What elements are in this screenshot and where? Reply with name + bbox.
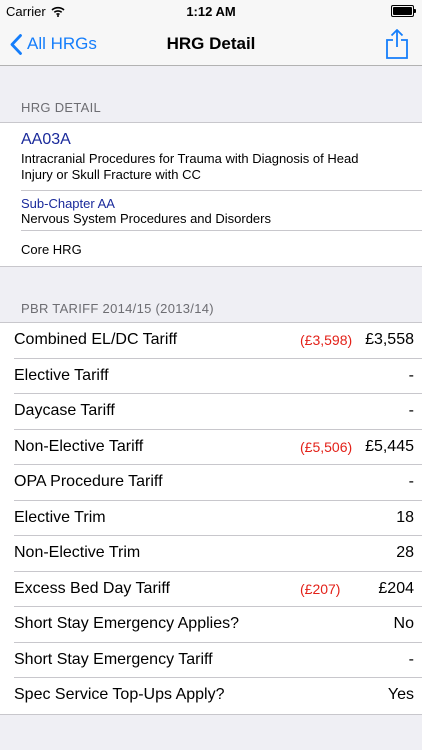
tariff-row: Combined EL/DC Tariff (£3,598) £3,558	[0, 323, 422, 359]
tariff-label: Combined EL/DC Tariff	[14, 331, 178, 348]
tariff-label: Short Stay Emergency Tariff	[14, 650, 213, 668]
tariff-value: £5,445	[365, 437, 414, 455]
hrg-description-line1: Intracranial Procedures for Trauma with …	[21, 151, 359, 166]
tariff-value: -	[408, 402, 414, 419]
tariff-row: Spec Service Top-Ups Apply? Yes	[0, 678, 422, 714]
hrg-detail-header: HRG DETAIL	[21, 100, 102, 115]
tariff-row: Elective Trim 18	[0, 501, 422, 536]
tariff-label: Spec Service Top-Ups Apply?	[14, 686, 225, 703]
tariff-row: Non-Elective Trim 28	[0, 536, 422, 572]
tariff-value: £3,558	[365, 331, 414, 348]
tariff-label: Non-Elective Tariff	[14, 437, 144, 455]
share-icon[interactable]	[384, 28, 410, 60]
hrg-code: AA03A	[21, 131, 71, 148]
tariff-row: Elective Tariff -	[0, 359, 422, 394]
tariff-row: Short Stay Emergency Tariff -	[0, 643, 422, 678]
tariff-value: -	[408, 366, 414, 384]
tariff-label: Elective Tariff	[14, 366, 109, 384]
tariff-label: Non-Elective Trim	[14, 544, 141, 561]
hrg-detail-group: AA03A Intracranial Procedures for Trauma…	[0, 122, 422, 267]
tariff-value: £204	[378, 579, 414, 597]
tariff-label: OPA Procedure Tariff	[14, 473, 163, 490]
tariff-label: Excess Bed Day Tariff	[14, 579, 170, 597]
hrg-type-row: Core HRG	[21, 231, 422, 267]
tariff-label: Daycase Tariff	[14, 402, 115, 419]
tariff-row: Daycase Tariff -	[0, 394, 422, 430]
previous-tariff: (£5,506)	[300, 438, 353, 455]
tariff-row: OPA Procedure Tariff -	[0, 465, 422, 501]
tariff-label: Short Stay Emergency Applies?	[14, 615, 240, 632]
tariff-value: No	[393, 615, 414, 632]
tariff-row: Short Stay Emergency Applies? No	[0, 607, 422, 643]
hrg-code-row: AA03A Intracranial Procedures for Trauma…	[21, 123, 422, 191]
hrg-type: Core HRG	[21, 242, 82, 257]
subchapter-title: Sub-Chapter AA	[21, 196, 115, 211]
page-title: HRG Detail	[166, 34, 256, 53]
tariff-value: -	[408, 473, 414, 490]
tariff-value: Yes	[387, 686, 414, 703]
status-time: 1:12 AM	[186, 4, 236, 19]
previous-tariff: (£207)	[300, 580, 341, 597]
previous-tariff: (£3,598)	[300, 332, 353, 348]
navigation-bar: All HRGs HRG Detail	[0, 22, 422, 66]
subchapter-description: Nervous System Procedures and Disorders	[21, 211, 271, 226]
tariff-label: Elective Trim	[14, 508, 106, 526]
hrg-description-line2: Injury or Skull Fracture with CC	[21, 167, 201, 182]
subchapter-row: Sub-Chapter AA Nervous System Procedures…	[21, 191, 422, 231]
tariff-value: 18	[396, 508, 414, 526]
tariff-value: -	[408, 650, 414, 668]
tariff-header: PBR TARIFF 2014/15 (2013/14)	[21, 301, 214, 316]
tariff-value: 28	[396, 544, 414, 561]
battery-icon	[391, 5, 416, 17]
tariff-row: Excess Bed Day Tariff (£207) £204	[0, 572, 422, 607]
status-bar: Carrier 1:12 AM	[0, 0, 422, 22]
tariff-group: Combined EL/DC Tariff (£3,598) £3,558 El…	[0, 322, 422, 715]
tariff-row: Non-Elective Tariff (£5,506) £5,445	[0, 430, 422, 465]
